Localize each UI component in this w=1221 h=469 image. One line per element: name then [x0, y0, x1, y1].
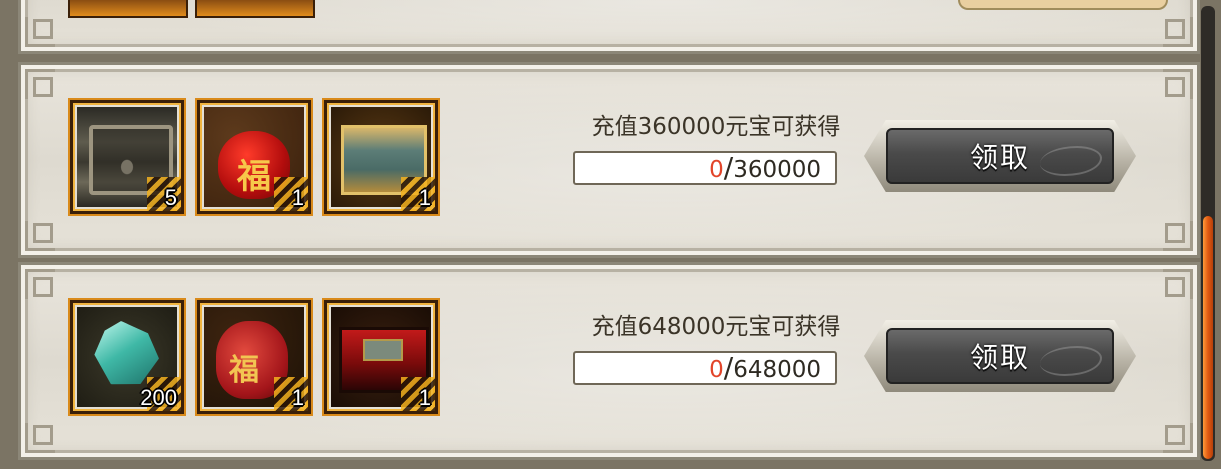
recharge-goal-text: 充值648000元宝可获得 — [591, 314, 841, 340]
frame-corner — [25, 269, 55, 299]
item-quantity: 200 — [140, 385, 177, 410]
item-slot-partial — [68, 0, 188, 18]
frame-corner — [1163, 269, 1193, 299]
reward-row: 5 1 1 充值360000元宝可获得 0/360000 领取 — [18, 62, 1200, 258]
progress-current: 0 — [709, 357, 724, 383]
recharge-progress: 0/648000 — [573, 351, 837, 385]
progress-current: 0 — [709, 157, 724, 183]
reward-item-slot[interactable]: 1 — [197, 100, 311, 214]
frame-corner — [1163, 423, 1193, 453]
progress-separator: / — [723, 151, 734, 184]
reward-item-slot[interactable]: 5 — [70, 100, 184, 214]
scrollbar-thumb[interactable] — [1203, 216, 1213, 459]
item-quantity: 1 — [418, 185, 431, 210]
reward-item-slot[interactable]: 1 — [324, 100, 438, 214]
progress-target: 360000 — [733, 157, 821, 183]
reward-item-slot[interactable]: 200 — [70, 300, 184, 414]
reward-item-slot[interactable]: 1 — [324, 300, 438, 414]
recharge-goal-text: 充值360000元宝可获得 — [591, 114, 841, 140]
frame-corner — [25, 423, 55, 453]
claim-button-label: 领取 — [969, 341, 1030, 374]
item-slot-partial — [195, 0, 315, 18]
claim-button-partial[interactable] — [958, 0, 1168, 10]
frame-corner — [25, 221, 55, 251]
frame-corner — [1163, 69, 1193, 99]
reward-row: 200 1 1 充值648000元宝可获得 0/648000 领取 — [18, 262, 1200, 460]
item-quantity: 1 — [418, 385, 431, 410]
scrollbar[interactable] — [1201, 6, 1215, 461]
item-quantity: 1 — [291, 185, 304, 210]
item-quantity: 5 — [164, 185, 177, 210]
reward-item-slot[interactable]: 1 — [197, 300, 311, 414]
reward-list: 5 1 1 充值360000元宝可获得 0/360000 领取 — [0, 0, 1221, 469]
item-quantity: 1 — [291, 385, 304, 410]
claim-button-label: 领取 — [969, 141, 1030, 174]
progress-separator: / — [723, 351, 734, 384]
frame-corner — [25, 17, 55, 47]
recharge-progress: 0/360000 — [573, 151, 837, 185]
frame-corner — [25, 69, 55, 99]
frame-corner — [1163, 17, 1193, 47]
progress-target: 648000 — [733, 357, 821, 383]
claim-button[interactable]: 领取 — [864, 320, 1136, 392]
claim-button[interactable]: 领取 — [864, 120, 1136, 192]
frame-corner — [1163, 221, 1193, 251]
